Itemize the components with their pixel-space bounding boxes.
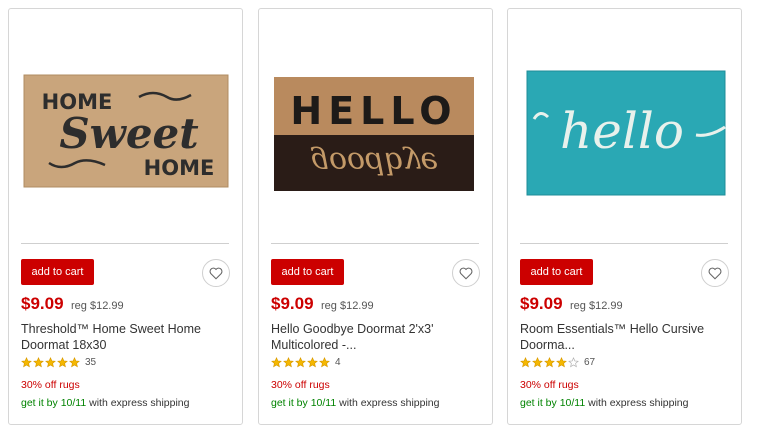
star-rating (520, 357, 580, 368)
product-title-line-1: Room Essentials™ Hello Cursive (520, 322, 705, 336)
favorite-button[interactable] (701, 259, 729, 287)
star-filled-icon (271, 357, 282, 368)
star-filled-icon (544, 357, 555, 368)
divider (271, 243, 479, 244)
favorite-button[interactable] (452, 259, 480, 287)
add-to-cart-button[interactable]: add to cart (271, 259, 344, 285)
star-rating (21, 357, 81, 368)
star-filled-icon (520, 357, 531, 368)
sale-price: $9.09 (271, 294, 314, 313)
divider (520, 243, 728, 244)
favorite-button[interactable] (202, 259, 230, 287)
star-filled-icon (21, 357, 32, 368)
product-title-line-1: Threshold™ Home Sweet Home (21, 322, 201, 336)
review-count: 67 (584, 357, 596, 368)
shipping-info: get it by 10/11 with express shipping (520, 397, 689, 409)
rating[interactable]: 35 (21, 357, 96, 368)
review-count: 4 (335, 357, 341, 368)
star-filled-icon (33, 357, 44, 368)
product-title-line-1: Hello Goodbye Doormat 2'x3' (271, 322, 434, 336)
mat-text-goodbye: goodbye (310, 145, 438, 180)
product-image[interactable]: hello (520, 23, 730, 243)
add-to-cart-button[interactable]: add to cart (520, 259, 593, 285)
heart-icon (459, 267, 473, 279)
product-title-line-2: Doormat 18x30 (21, 338, 107, 352)
star-filled-icon (57, 357, 68, 368)
sale-price: $9.09 (520, 294, 563, 313)
star-filled-icon (556, 357, 567, 368)
star-rating (271, 357, 331, 368)
regular-price: reg $12.99 (71, 300, 124, 312)
mat-text-hello-cursive: hello (560, 102, 684, 160)
promo-link[interactable]: 30% off rugs (21, 379, 80, 391)
add-to-cart-button[interactable]: add to cart (21, 259, 94, 285)
price-row: $9.09 reg $12.99 (271, 294, 374, 314)
star-filled-icon (319, 357, 330, 368)
regular-price: reg $12.99 (321, 300, 374, 312)
star-filled-icon (45, 357, 56, 368)
heart-icon (209, 267, 223, 279)
heart-icon (708, 267, 722, 279)
product-image[interactable]: HOME Sweet HOME (21, 23, 231, 243)
ship-method: with express shipping (336, 397, 440, 409)
star-empty-icon (568, 357, 579, 368)
mat-text-sweet: Sweet (59, 109, 198, 158)
product-image[interactable]: HELLO goodbye (271, 23, 481, 243)
product-card: hello add to cart $9.09 reg $12.99 Room … (507, 8, 742, 425)
doormat-home-sweet-home-image: HOME Sweet HOME (23, 74, 229, 188)
price-row: $9.09 reg $12.99 (520, 294, 623, 314)
rating[interactable]: 67 (520, 357, 595, 368)
ship-date: get it by 10/11 (21, 397, 87, 409)
doormat-hello-goodbye-image: HELLO goodbye (274, 77, 474, 191)
regular-price: reg $12.99 (570, 300, 623, 312)
sale-price: $9.09 (21, 294, 64, 313)
mat-text-home-bottom: HOME (144, 156, 215, 180)
product-title-line-2: Doorma... (520, 338, 575, 352)
star-filled-icon (283, 357, 294, 368)
star-filled-icon (295, 357, 306, 368)
product-card: HOME Sweet HOME add to cart $9.09 reg $1… (8, 8, 243, 425)
ship-date: get it by 10/11 (520, 397, 586, 409)
shipping-info: get it by 10/11 with express shipping (271, 397, 440, 409)
rating[interactable]: 4 (271, 357, 341, 368)
shipping-info: get it by 10/11 with express shipping (21, 397, 190, 409)
ship-method: with express shipping (86, 397, 190, 409)
review-count: 35 (85, 357, 97, 368)
doormat-hello-cursive-image: hello (526, 70, 726, 196)
star-filled-icon (69, 357, 80, 368)
promo-link[interactable]: 30% off rugs (520, 379, 579, 391)
mat-text-hello: HELLO (290, 89, 457, 133)
product-title-link[interactable]: Room Essentials™ Hello Cursive Doorma... (520, 321, 730, 353)
ship-method: with express shipping (585, 397, 689, 409)
price-row: $9.09 reg $12.99 (21, 294, 124, 314)
product-title-link[interactable]: Threshold™ Home Sweet Home Doormat 18x30 (21, 321, 231, 353)
ship-date: get it by 10/11 (271, 397, 337, 409)
product-title-line-2: Multicolored -... (271, 338, 357, 352)
star-filled-icon (307, 357, 318, 368)
promo-link[interactable]: 30% off rugs (271, 379, 330, 391)
star-filled-icon (532, 357, 543, 368)
product-title-link[interactable]: Hello Goodbye Doormat 2'x3' Multicolored… (271, 321, 481, 353)
divider (21, 243, 229, 244)
product-card: HELLO goodbye add to cart $9.09 reg $12.… (258, 8, 493, 425)
